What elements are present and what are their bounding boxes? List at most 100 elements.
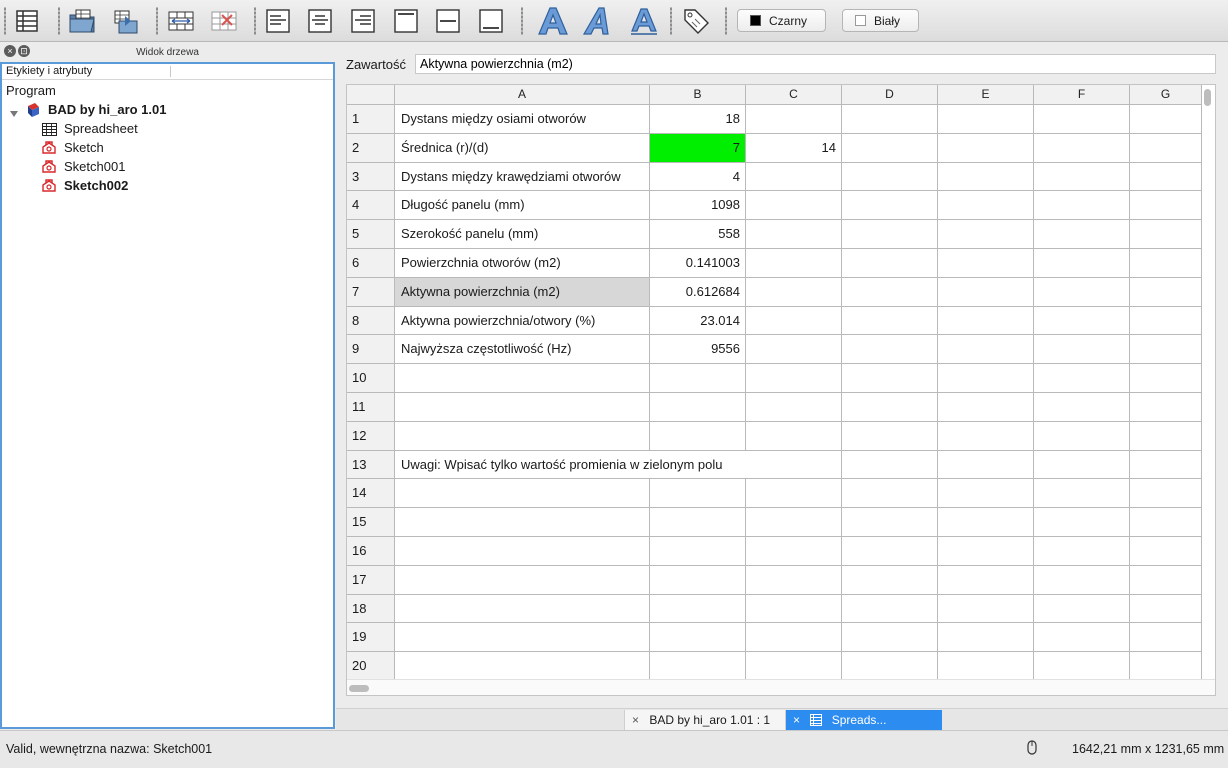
cell-f3[interactable] <box>1034 163 1130 191</box>
row-header[interactable]: 14 <box>347 479 395 508</box>
cell-d9[interactable] <box>842 335 938 364</box>
cell-e11[interactable] <box>938 393 1034 422</box>
row-header[interactable]: 1 <box>347 105 395 134</box>
row-header[interactable]: 13 <box>347 451 395 479</box>
cell-f18[interactable] <box>1034 595 1130 623</box>
cell-g19[interactable] <box>1130 623 1202 652</box>
bold-icon[interactable] <box>537 5 569 37</box>
cell-f17[interactable] <box>1034 566 1130 595</box>
toolbar-grip[interactable] <box>725 7 727 35</box>
cell-g18[interactable] <box>1130 595 1202 623</box>
column-header-e[interactable]: E <box>938 85 1034 105</box>
cell-c17[interactable] <box>746 566 842 595</box>
cell-g1[interactable] <box>1130 105 1202 134</box>
toolbar-grip[interactable] <box>521 7 523 35</box>
row-header[interactable]: 18 <box>347 595 395 623</box>
cell-d18[interactable] <box>842 595 938 623</box>
row-header[interactable]: 5 <box>347 220 395 249</box>
cell-e14[interactable] <box>938 479 1034 508</box>
cell-f5[interactable] <box>1034 220 1130 249</box>
row-header[interactable]: 8 <box>347 307 395 335</box>
cell-d14[interactable] <box>842 479 938 508</box>
column-separator[interactable] <box>170 66 171 77</box>
cell-e10[interactable] <box>938 364 1034 393</box>
cell-a5[interactable]: Szerokość panelu (mm) <box>395 220 650 249</box>
cell-c18[interactable] <box>746 595 842 623</box>
cell-g17[interactable] <box>1130 566 1202 595</box>
merge-cells-icon[interactable] <box>165 5 197 37</box>
cell-c5[interactable] <box>746 220 842 249</box>
cell-d17[interactable] <box>842 566 938 595</box>
cell-g8[interactable] <box>1130 307 1202 335</box>
align-bottom-icon[interactable] <box>475 5 507 37</box>
cell-d13[interactable] <box>842 451 938 479</box>
cell-c16[interactable] <box>746 537 842 566</box>
cell-a16[interactable] <box>395 537 650 566</box>
cell-a2[interactable]: Średnica (r)/(d) <box>395 134 650 163</box>
cell-a4[interactable]: Długość panelu (mm) <box>395 191 650 220</box>
vertical-scrollbar[interactable] <box>1204 89 1211 106</box>
cell-a7[interactable]: Aktywna powierzchnia (m2) <box>395 278 650 307</box>
tree-column-header[interactable]: Etykiety i atrybuty <box>2 64 333 80</box>
cell-a12[interactable] <box>395 422 650 451</box>
cell-d16[interactable] <box>842 537 938 566</box>
cell-b12[interactable] <box>650 422 746 451</box>
cell-g11[interactable] <box>1130 393 1202 422</box>
cell-d3[interactable] <box>842 163 938 191</box>
cell-b6[interactable]: 0.141003 <box>650 249 746 278</box>
column-header-f[interactable]: F <box>1034 85 1130 105</box>
align-center-icon[interactable] <box>304 5 336 37</box>
cell-b14[interactable] <box>650 479 746 508</box>
cell-g15[interactable] <box>1130 508 1202 537</box>
cell-e17[interactable] <box>938 566 1034 595</box>
tab-spreadsheet[interactable]: × Spreads... <box>786 710 942 730</box>
row-header[interactable]: 4 <box>347 191 395 220</box>
split-cells-icon[interactable] <box>208 5 240 37</box>
cell-f2[interactable] <box>1034 134 1130 163</box>
import-icon[interactable] <box>66 5 98 37</box>
row-header[interactable]: 9 <box>347 335 395 364</box>
corner-select-all[interactable] <box>347 85 395 105</box>
row-header[interactable]: 3 <box>347 163 395 191</box>
chevron-down-icon[interactable] <box>10 104 18 123</box>
align-right-icon[interactable] <box>347 5 379 37</box>
align-top-icon[interactable] <box>390 5 422 37</box>
cell-c1[interactable] <box>746 105 842 134</box>
spreadsheet-view[interactable]: A B C D E F G 1 Dystans między osiami otworów 18 2… <box>346 84 1216 696</box>
cell-a20[interactable] <box>395 652 650 681</box>
cell-g12[interactable] <box>1130 422 1202 451</box>
cell-f11[interactable] <box>1034 393 1130 422</box>
cell-d19[interactable] <box>842 623 938 652</box>
cell-e7[interactable] <box>938 278 1034 307</box>
mouse-icon[interactable] <box>1027 740 1037 758</box>
cell-e13[interactable] <box>938 451 1034 479</box>
alias-tag-icon[interactable] <box>680 5 712 37</box>
cell-c13[interactable] <box>746 451 842 479</box>
cell-c14[interactable] <box>746 479 842 508</box>
cell-b7[interactable]: 0.612684 <box>650 278 746 307</box>
cell-f20[interactable] <box>1034 652 1130 681</box>
cell-a18[interactable] <box>395 595 650 623</box>
export-icon[interactable] <box>110 5 142 37</box>
cell-e9[interactable] <box>938 335 1034 364</box>
cell-g20[interactable] <box>1130 652 1202 681</box>
column-header-c[interactable]: C <box>746 85 842 105</box>
cell-e20[interactable] <box>938 652 1034 681</box>
cell-e3[interactable] <box>938 163 1034 191</box>
cell-f4[interactable] <box>1034 191 1130 220</box>
column-header-a[interactable]: A <box>395 85 650 105</box>
cell-a3[interactable]: Dystans między krawędziami otworów <box>395 163 650 191</box>
align-vcenter-icon[interactable] <box>432 5 464 37</box>
cell-c20[interactable] <box>746 652 842 681</box>
toolbar-grip[interactable] <box>156 7 158 35</box>
cell-g4[interactable] <box>1130 191 1202 220</box>
cell-e8[interactable] <box>938 307 1034 335</box>
cell-c7[interactable] <box>746 278 842 307</box>
toolbar-grip[interactable] <box>670 7 672 35</box>
cell-d5[interactable] <box>842 220 938 249</box>
cell-e6[interactable] <box>938 249 1034 278</box>
cell-b4[interactable]: 1098 <box>650 191 746 220</box>
cell-f9[interactable] <box>1034 335 1130 364</box>
cell-a1[interactable]: Dystans między osiami otworów <box>395 105 650 134</box>
row-header[interactable]: 17 <box>347 566 395 595</box>
